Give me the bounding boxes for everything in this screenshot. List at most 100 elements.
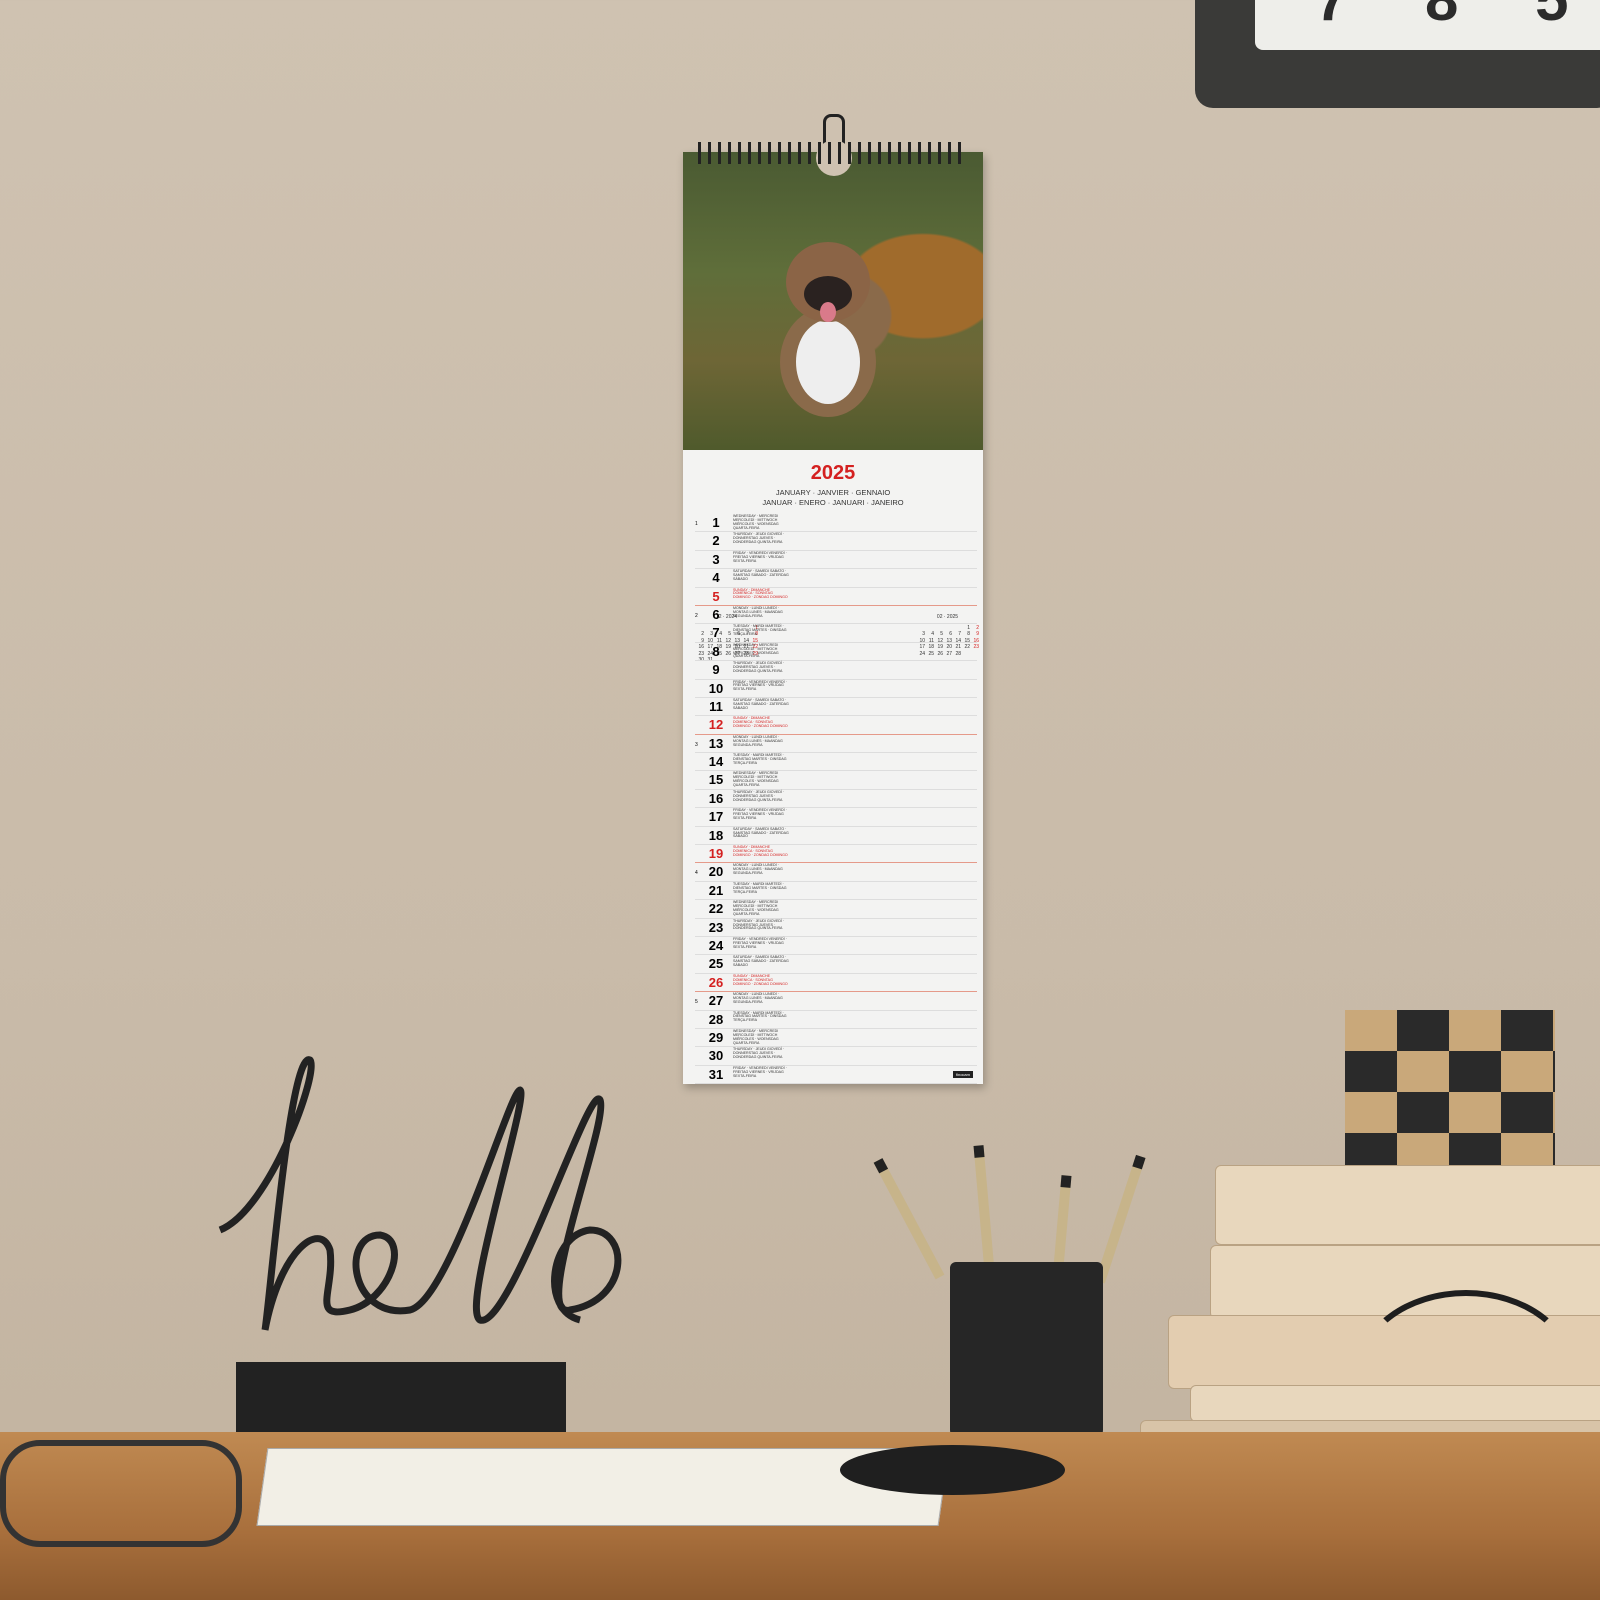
day-number: 3 (712, 551, 720, 567)
day-row[interactable]: 5 27 MONDAY · LUNDI LUNEDÌ · MONTAG LUNES … (695, 992, 977, 1011)
weekday-names: THURSDAY · JEUDI GIOVEDÌ · DONNERSTAG JU… (733, 532, 785, 545)
week-number: 5 (695, 999, 698, 1006)
weekday-names: WEDNESDAY · MERCREDI MERCOLEDÌ · MITTWOC… (733, 514, 779, 530)
day-list: 1 1 WEDNESDAY · MERCREDI MERCOLEDÌ · MITTW… (695, 514, 977, 1085)
weekday-names: MONDAY · LUNDI LUNEDÌ · MONTAG LUNES · M… (733, 605, 783, 618)
day-row[interactable]: 28 TUESDAY · MARDI MARTEDÌ · DIENSTAG MAR… (695, 1011, 977, 1029)
day-row[interactable]: 9 THURSDAY · JEUDI GIOVEDÌ · DONNERSTAG J… (695, 661, 977, 680)
day-row[interactable]: 19 SUNDAY · DIMANCHE DOMENICA · SONNTAG D… (695, 845, 977, 864)
weekday-names: SATURDAY · SAMEDI SABATO · SAMSTAG SÁBAD… (733, 955, 789, 968)
pen (873, 1158, 945, 1280)
eyeglasses (0, 1440, 242, 1547)
day-number: 15 (708, 772, 724, 788)
weekday-names: FRIDAY · VENDREDI VENERDÌ · FREITAG VIER… (733, 936, 787, 949)
weekday-names: TUESDAY · MARDI MARTEDÌ · DIENSTAG MARTE… (733, 753, 787, 765)
wall-clock: 7 8 5 (1195, 0, 1600, 108)
day-number: 1 (712, 515, 720, 530)
weekday-names: TUESDAY · MARDI MARTEDÌ · DIENSTAG MARTE… (733, 624, 787, 637)
day-row[interactable]: 2 6 MONDAY · LUNDI LUNEDÌ · MONTAG LUNES ·… (695, 605, 977, 625)
day-number: 24 (708, 937, 724, 953)
weekday-names: SUNDAY · DIMANCHE DOMENICA · SONNTAG DOM… (733, 716, 788, 729)
weekday-names: THURSDAY · JEUDI GIOVEDÌ · DONNERSTAG JU… (733, 1047, 785, 1060)
pen-cup (950, 1262, 1103, 1446)
day-row[interactable]: 4 SATURDAY · SAMEDI SABATO · SAMSTAG SÁBA… (695, 569, 977, 588)
day-row[interactable]: 8 WEDNESDAY · MERCREDI MERCOLEDÌ · MITTWO… (695, 643, 977, 662)
day-number: 19 (708, 846, 724, 862)
day-row[interactable]: 17 FRIDAY · VENDREDI VENERDÌ · FREITAG VI… (695, 808, 977, 827)
day-number: 28 (708, 1011, 724, 1027)
weekday-names: MONDAY · LUNDI LUNEDÌ · MONTAG LUNES · M… (733, 734, 783, 747)
day-row[interactable]: 1 1 WEDNESDAY · MERCREDI MERCOLEDÌ · MITTW… (695, 514, 977, 533)
day-row[interactable]: 31 FRIDAY · VENDREDI VENERDÌ · FREITAG VI… (695, 1065, 977, 1085)
calendar-photo (683, 140, 983, 450)
day-number: 25 (708, 956, 724, 972)
day-row[interactable]: 30 THURSDAY · JEUDI GIOVEDÌ · DONNERSTAG … (695, 1047, 977, 1066)
scissors (1355, 1290, 1577, 1502)
day-row[interactable]: 25 SATURDAY · SAMEDI SABATO · SAMSTAG SÁB… (695, 955, 977, 974)
week-number: 1 (695, 521, 698, 527)
weekday-names: WEDNESDAY · MERCREDI MERCOLEDÌ · MITTWOC… (733, 771, 779, 788)
day-row[interactable]: 26 SUNDAY · DIMANCHE DOMENICA · SONNTAG D… (695, 974, 977, 993)
week-number: 4 (695, 870, 698, 877)
weekday-names: FRIDAY · VENDREDI VENERDÌ · FREITAG VIER… (733, 550, 787, 563)
day-number: 6 (712, 606, 720, 622)
wall-calendar: 12 · 2024 1 2 3 4 5 6 7 8 9 10 11 12 13 14 15 16 17 18 19 2… (683, 140, 983, 1085)
hello-sign-base (236, 1362, 566, 1438)
day-number: 31 (708, 1066, 724, 1082)
day-number: 20 (708, 864, 724, 880)
weekday-names: FRIDAY · VENDREDI VENERDÌ · FREITAG VIER… (733, 808, 787, 821)
day-row[interactable]: 11 SATURDAY · SAMEDI SABATO · SAMSTAG SÁB… (695, 697, 977, 717)
bulldog-image (780, 242, 876, 417)
day-row[interactable]: 15 WEDNESDAY · MERCREDI MERCOLEDÌ · MITTW… (695, 771, 977, 790)
weekday-names: SATURDAY · SAMEDI SABATO · SAMSTAG SÁBAD… (733, 697, 789, 710)
day-number: 10 (708, 680, 724, 696)
pen (973, 1145, 995, 1278)
day-row[interactable]: 5 SUNDAY · DIMANCHE DOMENICA · SONNTAG DO… (695, 588, 977, 606)
month-names-line-2: JANUAR · ENERO · JANUARI · JANEIRO (762, 498, 904, 507)
week-number: 2 (695, 612, 698, 619)
weekday-names: THURSDAY · JEUDI GIOVEDÌ · DONNERSTAG JU… (733, 789, 785, 802)
clock-display: 7 8 5 (1255, 0, 1600, 50)
month-names-line-1: JANUARY · JANVIER · GENNAIO (775, 488, 891, 497)
weekday-names: MONDAY · LUNDI LUNEDÌ · MONTAG LUNES · M… (733, 863, 783, 876)
day-number: 17 (708, 809, 724, 825)
day-number: 22 (708, 901, 724, 917)
day-row[interactable]: 12 SUNDAY · DIMANCHE DOMENICA · SONNTAG D… (695, 716, 977, 735)
day-row[interactable]: 2 THURSDAY · JEUDI GIOVEDÌ · DONNERSTAG J… (695, 532, 977, 551)
day-row[interactable]: 24 FRIDAY · VENDREDI VENERDÌ · FREITAG VI… (695, 936, 977, 956)
day-row[interactable]: 22 WEDNESDAY · MERCREDI MERCOLEDÌ · MITTW… (695, 900, 977, 919)
day-number: 27 (708, 993, 724, 1009)
day-number: 18 (708, 827, 724, 843)
weekday-names: SATURDAY · SAMEDI SABATO · SAMSTAG SÁBAD… (733, 826, 789, 839)
hello-wire-sign (218, 1056, 622, 1331)
day-number: 11 (709, 698, 723, 714)
day-number: 8 (712, 643, 720, 659)
day-row[interactable]: 3 FRIDAY · VENDREDI VENERDÌ · FREITAG VIE… (695, 550, 977, 570)
brand-logo: finocam (952, 1071, 973, 1078)
day-number: 4 (712, 570, 720, 586)
day-row[interactable]: 21 TUESDAY · MARDI MARTEDÌ · DIENSTAG MAR… (695, 882, 977, 901)
day-row[interactable]: 23 THURSDAY · JEUDI GIOVEDÌ · DONNERSTAG … (695, 919, 977, 937)
weekday-names: SUNDAY · DIMANCHE DOMENICA · SONNTAG DOM… (733, 845, 788, 857)
day-number: 7 (712, 625, 720, 641)
day-row[interactable]: 10 FRIDAY · VENDREDI VENERDÌ · FREITAG VI… (695, 680, 977, 698)
day-number: 26 (708, 974, 724, 990)
day-row[interactable]: 7 TUESDAY · MARDI MARTEDÌ · DIENSTAG MART… (695, 624, 977, 643)
week-number: 3 (695, 741, 698, 748)
day-row[interactable]: 18 SATURDAY · SAMEDI SABATO · SAMSTAG SÁB… (695, 826, 977, 846)
day-number: 2 (712, 533, 720, 549)
day-number: 23 (708, 919, 724, 935)
weekday-names: SUNDAY · DIMANCHE DOMENICA · SONNTAG DOM… (733, 587, 788, 600)
pen (1095, 1154, 1146, 1284)
weekday-names: FRIDAY · VENDREDI VENERDÌ · FREITAG VIER… (733, 679, 787, 692)
weekday-names: FRIDAY · VENDREDI VENERDÌ · FREITAG VIER… (733, 1065, 787, 1078)
day-row[interactable]: 4 20 MONDAY · LUNDI LUNEDÌ · MONTAG LUNES … (695, 863, 977, 882)
day-number: 14 (708, 754, 724, 770)
weekday-names: WEDNESDAY · MERCREDI MERCOLEDÌ · MITTWOC… (733, 900, 779, 916)
day-row[interactable]: 14 TUESDAY · MARDI MARTEDÌ · DIENSTAG MAR… (695, 753, 977, 772)
day-row[interactable]: 3 13 MONDAY · LUNDI LUNEDÌ · MONTAG LUNES … (695, 734, 977, 754)
day-row[interactable]: 29 WEDNESDAY · MERCREDI MERCOLEDÌ · MITTW… (695, 1029, 977, 1048)
magnifying-glass (840, 1445, 1065, 1495)
day-row[interactable]: 16 THURSDAY · JEUDI GIOVEDÌ · DONNERSTAG … (695, 789, 977, 809)
book (1215, 1165, 1600, 1245)
